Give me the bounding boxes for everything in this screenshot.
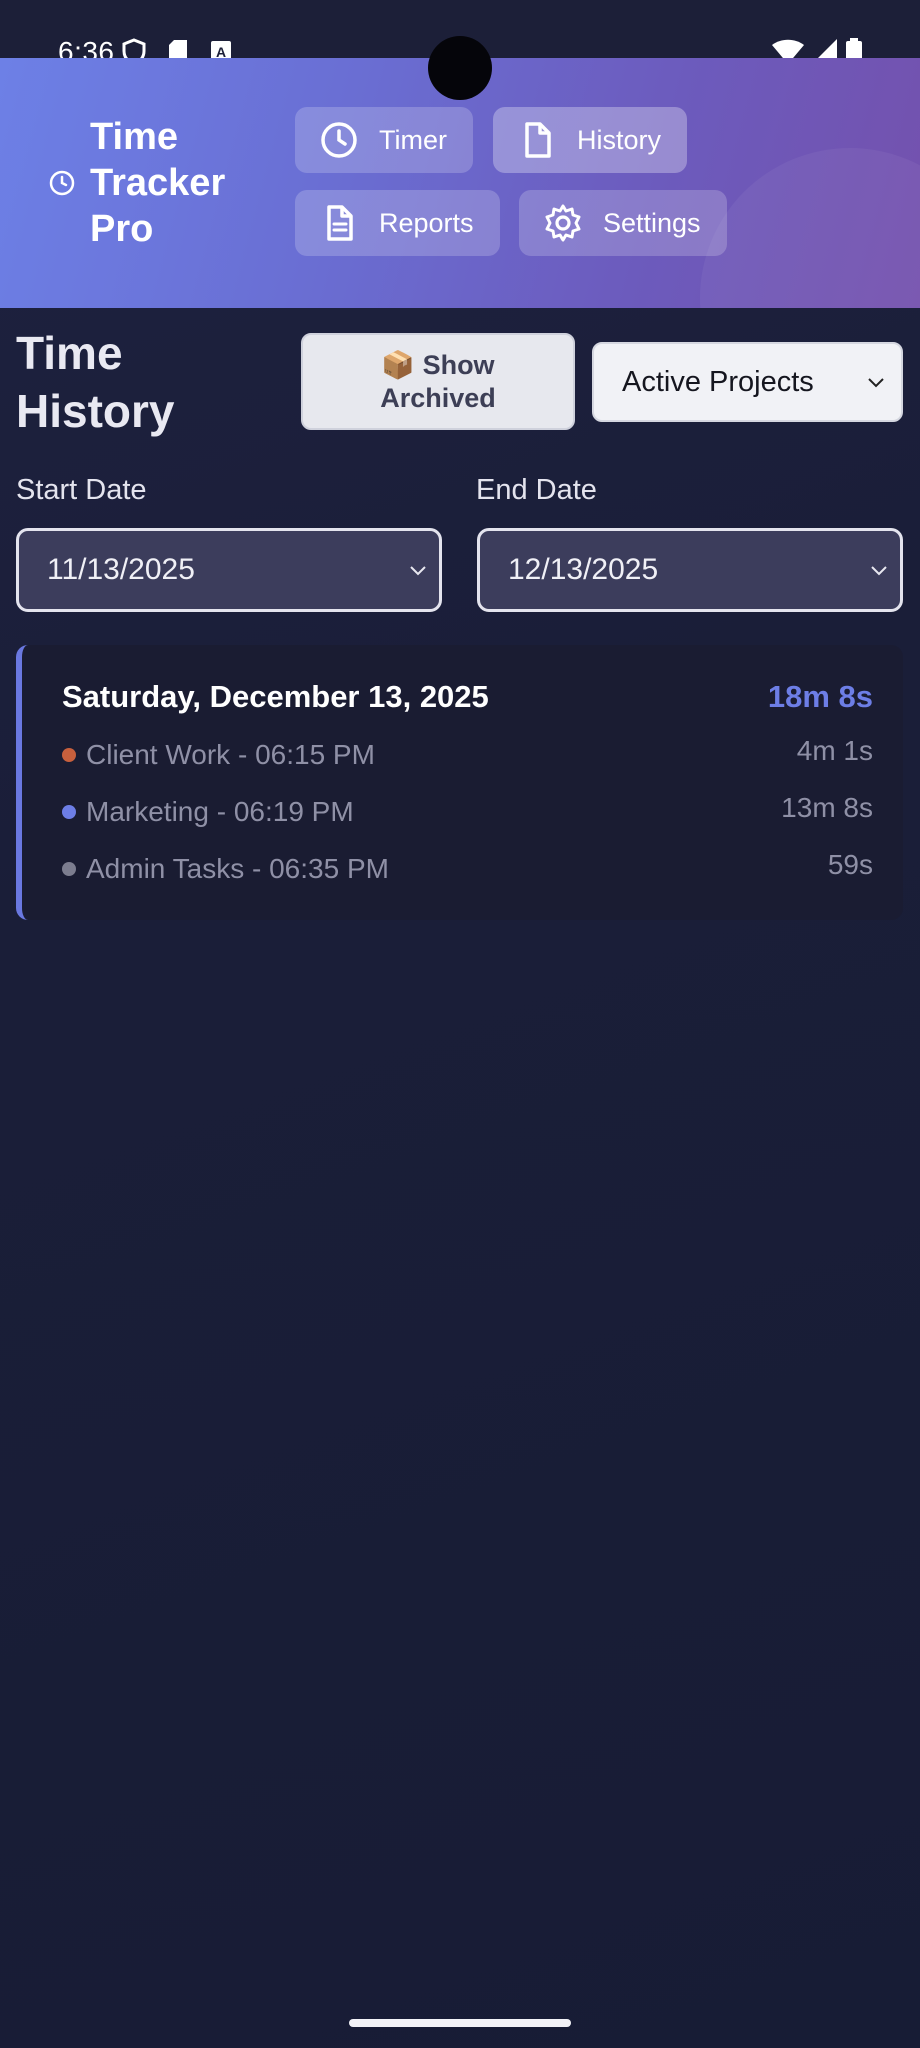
entry-duration: 59s	[827, 849, 873, 880]
nav-history-label: History	[577, 124, 662, 155]
app-brand: Time Tracker Pro	[48, 114, 260, 252]
project-filter-value: Active Projects	[622, 365, 814, 398]
entry-text: Marketing - 06:19 PM	[86, 796, 354, 827]
start-date-value: 11/13/2025	[47, 553, 195, 586]
project-color-dot	[62, 748, 76, 762]
end-date-label: End Date	[476, 474, 597, 506]
clock-icon	[49, 170, 75, 196]
chevron-down-icon	[410, 566, 426, 576]
app-screen: 6:36 A Time Tracker Pro Timer History Re…	[0, 0, 920, 2048]
document-icon	[327, 205, 353, 241]
nav-reports-label: Reports	[379, 207, 474, 238]
nav-reports-button[interactable]: Reports	[295, 190, 500, 256]
entry-text: Admin Tasks - 06:35 PM	[86, 853, 389, 884]
project-color-dot	[62, 805, 76, 819]
day-total-duration: 18m 8s	[767, 679, 873, 714]
chevron-down-icon	[871, 566, 887, 576]
entry-text: Client Work - 06:15 PM	[86, 739, 375, 770]
end-date-input[interactable]: 12/13/2025	[477, 528, 903, 612]
day-card[interactable]: Saturday, December 13, 2025 18m 8s Clien…	[16, 645, 903, 920]
show-archived-line1: 📦 Show	[381, 349, 495, 380]
nav-timer-button[interactable]: Timer	[295, 107, 473, 173]
chevron-down-icon	[868, 378, 884, 388]
nav-history-button[interactable]: History	[493, 107, 688, 173]
file-icon	[525, 122, 551, 158]
project-color-dot	[62, 862, 76, 876]
camera-cutout	[428, 36, 492, 100]
package-icon: 📦	[381, 349, 416, 380]
entry-duration: 13m 8s	[781, 792, 873, 823]
list-item[interactable]: Admin Tasks - 06:35 PM	[62, 849, 389, 889]
gear-icon	[545, 204, 581, 242]
page-title: Time History	[16, 327, 175, 437]
header-decoration	[700, 148, 920, 308]
project-filter-select[interactable]: Active Projects	[592, 342, 903, 422]
home-indicator[interactable]	[349, 2019, 571, 2027]
nav-settings-label: Settings	[603, 207, 701, 238]
start-date-input[interactable]: 11/13/2025	[16, 528, 442, 612]
list-item[interactable]: Marketing - 06:19 PM	[62, 792, 354, 832]
start-date-label: Start Date	[16, 474, 147, 506]
entry-duration: 4m 1s	[796, 735, 873, 766]
app-title: Time Tracker Pro	[90, 116, 226, 250]
day-date: Saturday, December 13, 2025	[62, 679, 489, 714]
end-date-value: 12/13/2025	[508, 553, 659, 586]
show-archived-line2: Archived	[380, 382, 496, 413]
nav-settings-button[interactable]: Settings	[519, 190, 727, 256]
list-item[interactable]: Client Work - 06:15 PM	[62, 735, 375, 775]
clock-icon	[321, 122, 357, 158]
show-archived-button[interactable]: 📦 Show Archived	[301, 333, 575, 430]
nav-timer-label: Timer	[379, 124, 447, 155]
